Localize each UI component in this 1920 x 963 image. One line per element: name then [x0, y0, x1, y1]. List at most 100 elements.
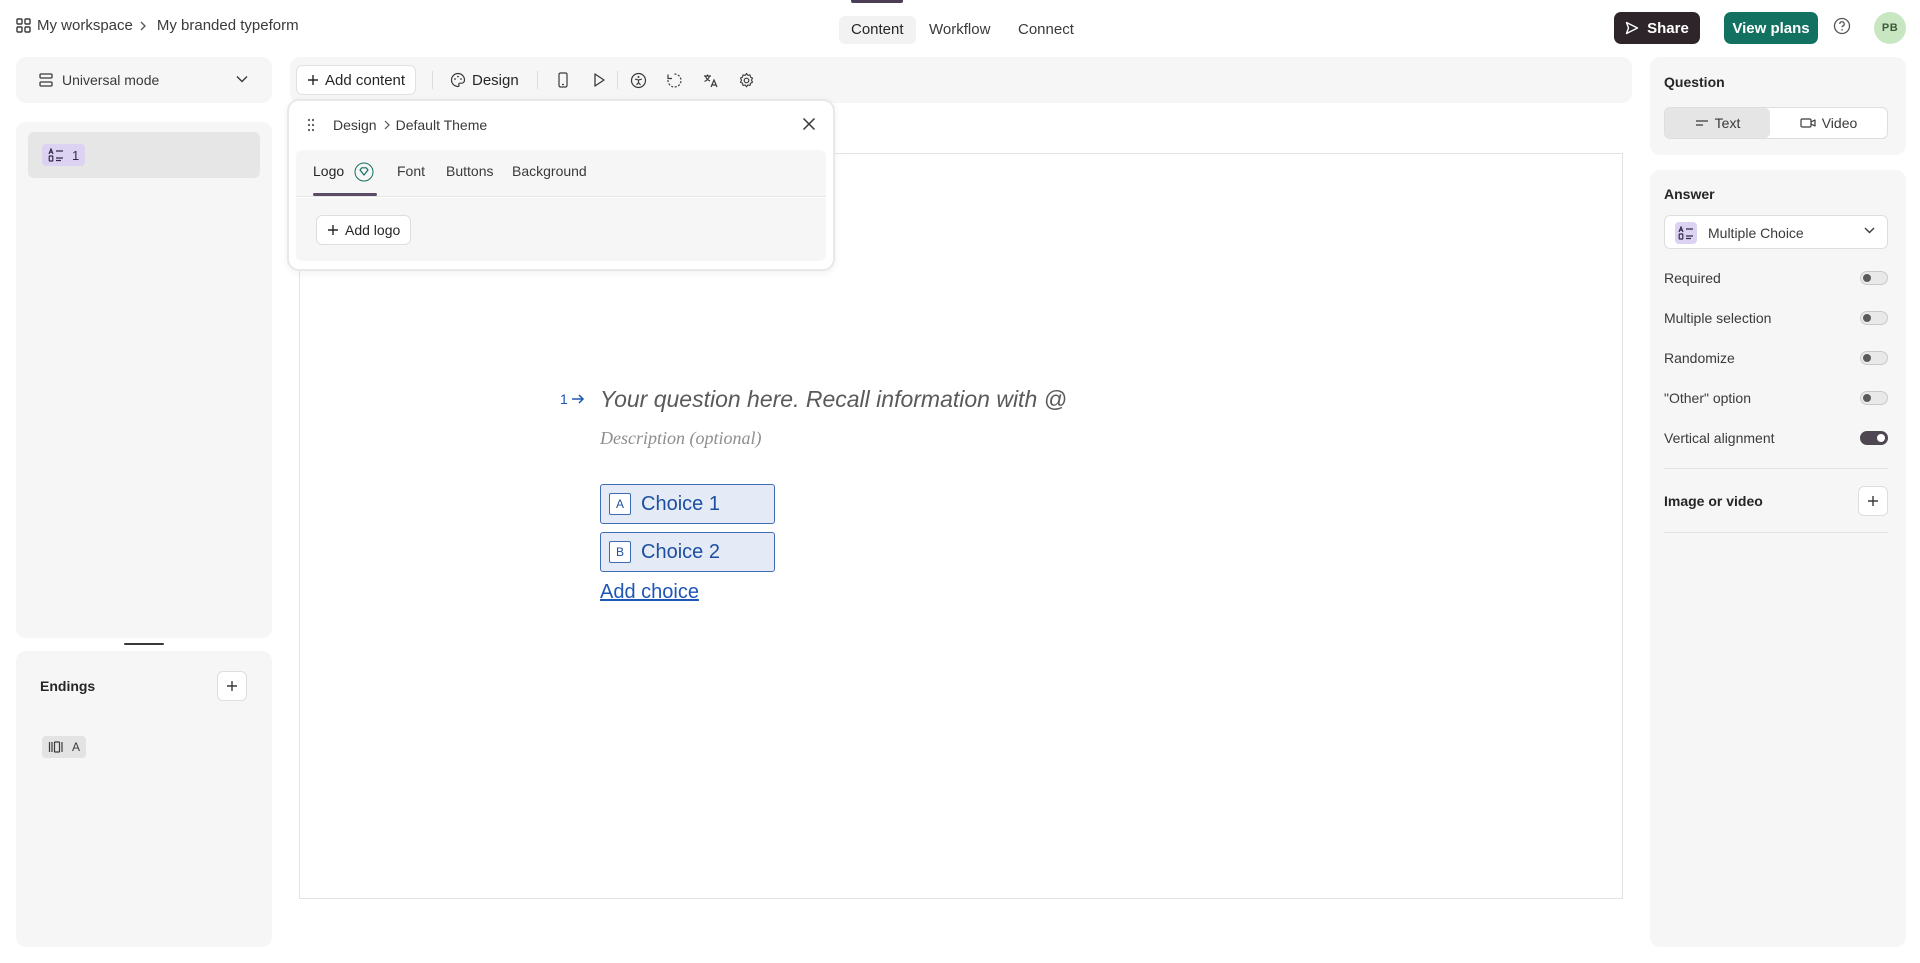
video-camera-icon — [1800, 117, 1816, 129]
breadcrumb-separator-icon — [139, 21, 147, 31]
chevron-down-icon — [236, 75, 248, 83]
plus-icon — [226, 680, 238, 692]
play-preview-icon[interactable] — [588, 69, 610, 91]
add-media-button[interactable] — [1858, 486, 1888, 516]
question-list: 1 — [16, 122, 272, 638]
endings-title: Endings — [40, 678, 96, 694]
choice-label[interactable]: Choice 2 — [641, 541, 720, 564]
option-label: Multiple selection — [1664, 310, 1772, 326]
question-badge: 1 — [42, 144, 86, 166]
answer-type-label: Multiple Choice — [1708, 225, 1804, 241]
send-icon — [1625, 21, 1639, 35]
tab-workflow[interactable]: Workflow — [917, 16, 1002, 44]
question-settings-panel: Question Text Video — [1650, 57, 1906, 155]
view-plans-button[interactable]: View plans — [1724, 12, 1818, 44]
help-icon[interactable] — [1833, 17, 1851, 35]
ending-screen-icon — [48, 740, 64, 754]
question-type-video[interactable]: Video — [1776, 108, 1881, 138]
add-content-button[interactable]: Add content — [296, 65, 417, 95]
question-index: 1 — [560, 391, 568, 407]
logic-icon[interactable] — [663, 69, 685, 91]
settings-gear-icon[interactable] — [735, 69, 757, 91]
question-type-text-label: Text — [1714, 115, 1741, 131]
add-logo-button[interactable]: Add logo — [316, 215, 412, 245]
question-type-video-label: Video — [1821, 115, 1858, 131]
design-button[interactable]: Design — [440, 65, 529, 95]
add-choice-link[interactable]: Add choice — [600, 581, 699, 604]
design-tabs: Logo Font Buttons Background — [296, 150, 826, 197]
toolbar-divider — [432, 71, 433, 89]
add-ending-button[interactable] — [217, 671, 247, 701]
toolbar-divider — [537, 71, 538, 89]
breadcrumb-separator-icon — [383, 120, 390, 130]
multiple-selection-option: Multiple selection — [1664, 308, 1888, 328]
randomize-option: Randomize — [1664, 348, 1888, 368]
design-popup: Design Default Theme Logo Font Buttons B… — [287, 99, 835, 271]
question-description-input[interactable]: Description (optional) — [600, 428, 761, 449]
answer-section-title: Answer — [1664, 186, 1715, 202]
accessibility-icon[interactable] — [627, 69, 649, 91]
required-toggle[interactable] — [1860, 271, 1888, 285]
add-content-label: Add content — [325, 71, 406, 89]
design-label: Design — [472, 71, 519, 89]
ending-item[interactable]: A — [42, 736, 87, 758]
design-breadcrumb: Design Default Theme — [333, 117, 487, 133]
plus-icon — [307, 74, 319, 86]
share-label: Share — [1647, 19, 1689, 37]
active-tab-indicator — [313, 193, 377, 196]
palette-icon — [450, 72, 466, 88]
drag-handle-icon[interactable] — [307, 118, 315, 132]
ending-label: A — [72, 740, 81, 754]
user-avatar[interactable]: PB — [1874, 12, 1906, 44]
text-lines-icon — [1695, 118, 1709, 128]
translate-icon[interactable] — [699, 69, 721, 91]
mode-selector[interactable]: Universal mode — [16, 57, 272, 103]
multiple-choice-icon — [48, 148, 64, 162]
design-breadcrumb-theme: Default Theme — [395, 117, 488, 133]
tab-connect[interactable]: Connect — [1006, 16, 1086, 44]
option-label: Vertical alignment — [1664, 430, 1775, 446]
choice-label[interactable]: Choice 1 — [641, 493, 720, 516]
tab-logo[interactable]: Logo — [313, 163, 344, 179]
resize-handle[interactable] — [124, 643, 164, 645]
mode-label: Universal mode — [62, 72, 160, 88]
choice-option[interactable]: B Choice 2 — [600, 532, 775, 572]
answer-settings-panel: Answer Multiple Choice Required Multiple… — [1650, 170, 1906, 947]
tab-font[interactable]: Font — [397, 163, 425, 179]
option-label: Required — [1664, 270, 1721, 286]
design-breadcrumb-parent[interactable]: Design — [333, 117, 377, 133]
question-number: 1 — [72, 147, 80, 163]
mobile-preview-icon[interactable] — [552, 69, 574, 91]
tab-background[interactable]: Background — [512, 163, 587, 179]
other-option-toggle[interactable] — [1860, 391, 1888, 405]
close-icon[interactable] — [802, 117, 816, 131]
multiple-selection-toggle[interactable] — [1860, 311, 1888, 325]
top-bar: My workspace My branded typeform Content… — [0, 0, 1920, 56]
question-list-item[interactable]: 1 — [28, 132, 260, 178]
choice-option[interactable]: A Choice 1 — [600, 484, 775, 524]
question-type-toggle: Text Video — [1664, 107, 1888, 139]
add-logo-label: Add logo — [345, 222, 401, 238]
tab-buttons[interactable]: Buttons — [446, 163, 493, 179]
required-option: Required — [1664, 268, 1888, 288]
endings-panel: Endings A — [16, 651, 272, 947]
choice-key: B — [609, 541, 631, 563]
vertical-alignment-toggle[interactable] — [1860, 431, 1888, 445]
randomize-toggle[interactable] — [1860, 351, 1888, 365]
apps-grid-icon[interactable] — [16, 18, 31, 33]
premium-diamond-icon — [354, 162, 374, 182]
other-option: "Other" option — [1664, 388, 1888, 408]
share-button[interactable]: Share — [1614, 12, 1700, 44]
option-label: Randomize — [1664, 350, 1735, 366]
breadcrumb-form-name[interactable]: My branded typeform — [157, 17, 299, 34]
breadcrumb: My workspace My branded typeform — [16, 17, 299, 34]
chevron-down-icon — [1864, 227, 1875, 234]
breadcrumb-workspace[interactable]: My workspace — [37, 17, 133, 34]
question-title-input[interactable]: Your question here. Recall information w… — [600, 386, 1067, 413]
section-divider — [1664, 468, 1888, 469]
answer-type-dropdown[interactable]: Multiple Choice — [1664, 215, 1888, 249]
question-type-text[interactable]: Text — [1665, 108, 1770, 138]
media-section-title: Image or video — [1664, 493, 1763, 509]
editor-toolbar: Add content Design — [290, 57, 1632, 103]
tab-content[interactable]: Content — [839, 16, 916, 44]
